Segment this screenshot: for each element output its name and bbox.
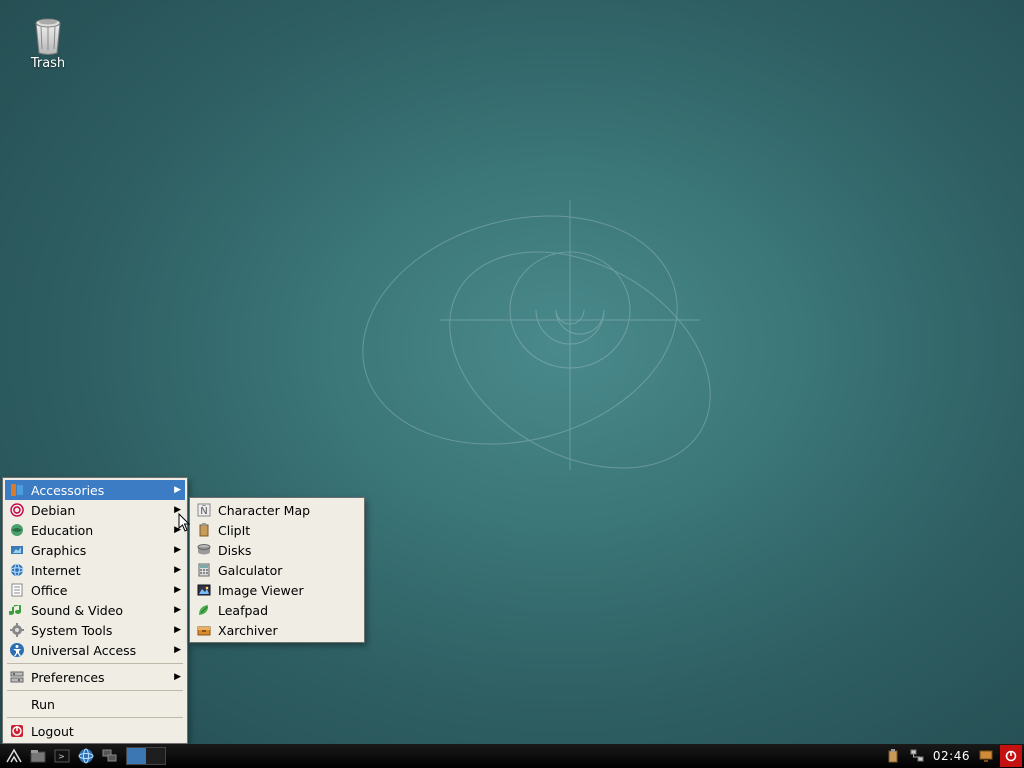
taskbar: > 02:46	[0, 744, 1024, 768]
submenu-arrow-icon: ▶	[174, 505, 181, 515]
submenu-item-character-map[interactable]: Ñ Character Map	[192, 500, 362, 520]
submenu-item-leafpad[interactable]: Leafpad	[192, 600, 362, 620]
disks-icon	[196, 542, 212, 558]
trash-icon	[28, 14, 68, 54]
menu-item-office[interactable]: Office ▶	[5, 580, 185, 600]
desktop-icon-trash[interactable]: Trash	[28, 14, 68, 71]
menu-item-label: Preferences	[31, 670, 166, 685]
preferences-icon	[9, 669, 25, 685]
menu-item-label: Disks	[218, 543, 358, 558]
menu-item-label: Accessories	[31, 483, 166, 498]
submenu-arrow-icon: ▶	[174, 525, 181, 535]
systemtools-icon	[9, 622, 25, 638]
menu-item-label: ClipIt	[218, 523, 358, 538]
menu-item-run[interactable]: Run	[5, 694, 185, 714]
submenu-arrow-icon: ▶	[174, 625, 181, 635]
submenu-arrow-icon: ▶	[174, 605, 181, 615]
office-icon	[9, 582, 25, 598]
svg-text:Ñ: Ñ	[200, 504, 207, 517]
charactermap-icon: Ñ	[196, 502, 212, 518]
menu-item-label: Internet	[31, 563, 166, 578]
menu-item-label: Sound & Video	[31, 603, 166, 618]
menu-item-label: Logout	[31, 724, 181, 739]
menu-item-label: Image Viewer	[218, 583, 358, 598]
submenu-item-image-viewer[interactable]: Image Viewer	[192, 580, 362, 600]
run-icon	[9, 696, 25, 712]
menu-item-label: Debian	[31, 503, 166, 518]
menu-item-system-tools[interactable]: System Tools ▶	[5, 620, 185, 640]
terminal-button[interactable]: >	[51, 745, 73, 767]
submenu-arrow-icon: ▶	[174, 485, 181, 495]
menu-item-sound-video[interactable]: Sound & Video ▶	[5, 600, 185, 620]
imageviewer-icon	[196, 582, 212, 598]
universalaccess-icon	[9, 642, 25, 658]
menu-separator	[7, 717, 183, 718]
submenu-arrow-icon: ▶	[174, 672, 181, 682]
menu-item-preferences[interactable]: Preferences ▶	[5, 667, 185, 687]
desktop-icon-label: Trash	[31, 56, 65, 71]
tray-monitor[interactable]	[975, 745, 997, 767]
menu-separator	[7, 663, 183, 664]
workspace-2[interactable]	[146, 748, 165, 764]
menu-item-label: Office	[31, 583, 166, 598]
submenu-accessories: Ñ Character Map ClipIt Disks Galculator …	[189, 497, 365, 643]
media-icon	[9, 602, 25, 618]
tray-clipboard[interactable]	[882, 745, 904, 767]
accessories-icon	[9, 482, 25, 498]
menu-item-accessories[interactable]: Accessories ▶	[5, 480, 185, 500]
submenu-item-clipit[interactable]: ClipIt	[192, 520, 362, 540]
wallpaper-swirl	[340, 170, 760, 530]
submenu-arrow-icon: ▶	[174, 645, 181, 655]
menu-item-graphics[interactable]: Graphics ▶	[5, 540, 185, 560]
power-icon	[1004, 749, 1018, 763]
menu-item-internet[interactable]: Internet ▶	[5, 560, 185, 580]
menu-item-education[interactable]: Education ▶	[5, 520, 185, 540]
submenu-arrow-icon: ▶	[174, 585, 181, 595]
menu-item-label: Graphics	[31, 543, 166, 558]
menu-item-universal-access[interactable]: Universal Access ▶	[5, 640, 185, 660]
start-menu-button[interactable]	[3, 745, 25, 767]
menu-separator	[7, 690, 183, 691]
menu-item-debian[interactable]: Debian ▶	[5, 500, 185, 520]
education-icon	[9, 522, 25, 538]
graphics-icon	[9, 542, 25, 558]
svg-text:>: >	[58, 752, 65, 761]
menu-item-label: Xarchiver	[218, 623, 358, 638]
menu-item-label: Universal Access	[31, 643, 166, 658]
archiver-icon	[196, 622, 212, 638]
file-manager-button[interactable]	[27, 745, 49, 767]
menu-item-label: Character Map	[218, 503, 358, 518]
menu-item-logout[interactable]: Logout	[5, 721, 185, 741]
logout-icon	[9, 723, 25, 739]
clock[interactable]: 02:46	[929, 749, 974, 763]
submenu-arrow-icon: ▶	[174, 545, 181, 555]
web-browser-button[interactable]	[75, 745, 97, 767]
show-desktop-button[interactable]	[99, 745, 121, 767]
application-menu: Accessories ▶ Debian ▶ Education ▶ Graph…	[2, 477, 188, 744]
submenu-item-galculator[interactable]: Galculator	[192, 560, 362, 580]
power-button[interactable]	[1000, 745, 1022, 767]
menu-item-label: Run	[31, 697, 181, 712]
workspace-pager[interactable]	[126, 747, 166, 765]
leafpad-icon	[196, 602, 212, 618]
clipit-icon	[196, 522, 212, 538]
tray-network[interactable]	[906, 745, 928, 767]
internet-icon	[9, 562, 25, 578]
debian-icon	[9, 502, 25, 518]
menu-item-label: Leafpad	[218, 603, 358, 618]
submenu-item-xarchiver[interactable]: Xarchiver	[192, 620, 362, 640]
workspace-1[interactable]	[127, 748, 146, 764]
menu-item-label: Galculator	[218, 563, 358, 578]
calculator-icon	[196, 562, 212, 578]
menu-item-label: Education	[31, 523, 166, 538]
submenu-item-disks[interactable]: Disks	[192, 540, 362, 560]
submenu-arrow-icon: ▶	[174, 565, 181, 575]
menu-item-label: System Tools	[31, 623, 166, 638]
